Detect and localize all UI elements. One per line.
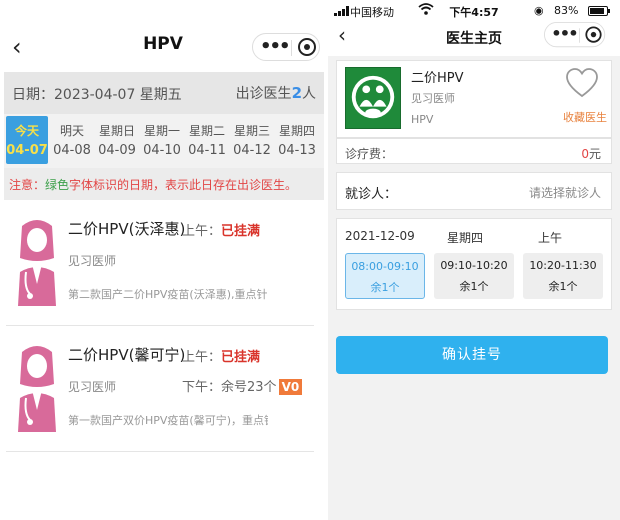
morning-slot[interactable]: 上午：已挂满	[182, 346, 260, 365]
day-date: 04-13	[278, 143, 316, 158]
day-date: 04-12	[233, 143, 271, 158]
target-icon[interactable]	[298, 38, 316, 56]
slot-time: 10:20-11:30	[529, 259, 597, 272]
slot-time: 09:10-10:20	[440, 259, 508, 272]
day-weekday: 今天	[14, 124, 39, 138]
day-tab[interactable]: 星期一 04-10	[141, 116, 183, 164]
day-tab[interactable]: 星期三 04-12	[231, 116, 273, 164]
notice-green-word: 绿色	[45, 178, 70, 192]
day-tab[interactable]: 星期四 04-13	[276, 116, 318, 164]
doctor-category: HPV	[411, 113, 434, 126]
confirm-register-button[interactable]: 确认挂号	[336, 336, 608, 374]
doctor-count-suffix: 人	[302, 86, 316, 102]
more-dots-icon[interactable]: •••	[551, 25, 578, 45]
fee-label: 诊疗费：	[345, 147, 394, 161]
right-nav-bar: ‹ 医生主页 •••	[328, 22, 620, 56]
slot-remaining: 余1个	[459, 280, 489, 293]
day-selector: 今天 04-07 明天 04-08 星期日 04-09 星期一 04-10 星期二 04-…	[4, 114, 324, 168]
notice-text: 字体标识的日期，表示此日存在出诊医生。	[69, 178, 298, 192]
legend-notice: 注意：绿色字体标识的日期，表示此日存在出诊医生。	[4, 168, 324, 200]
vip-badge: V0	[278, 379, 303, 395]
more-dots-icon[interactable]: •••	[260, 36, 291, 58]
doctor-description: 第二款国产二价HPV疫苗(沃泽惠),重点针对...	[68, 288, 268, 301]
day-tab[interactable]: 明天 04-08	[51, 116, 93, 164]
day-weekday: 星期三	[233, 124, 270, 138]
slot-label: 下午：	[182, 380, 222, 395]
day-tab[interactable]: 星期日 04-09	[96, 116, 138, 164]
time-slot-selected[interactable]: 08:00-09:10 余1个	[345, 253, 425, 299]
doctor-title: 见习医师	[411, 92, 455, 105]
date-bar: 日期：2023-04-07 星期五 出诊医生2人	[4, 72, 324, 114]
mini-program-capsule: •••	[544, 22, 606, 48]
left-nav-bar: ‹ HPV •••	[0, 26, 326, 70]
afternoon-slot[interactable]: 下午：余号23个 V0	[182, 376, 303, 395]
slot-remaining: 余1个	[548, 280, 578, 293]
selected-date: 日期：2023-04-07 星期五	[12, 87, 182, 103]
doctor-avatar-icon	[18, 346, 56, 432]
schedule-date: 2021-12-09	[345, 229, 415, 243]
status-bar: 中国移动 下午4:57 ◉ 83%	[328, 0, 620, 22]
day-date: 04-08	[53, 143, 91, 158]
doctor-home-screen: 中国移动 下午4:57 ◉ 83% ‹ 医生主页 ••• 二价HPV 见习医师 …	[328, 0, 620, 520]
time-slot[interactable]: 09:10-10:20 余1个	[434, 253, 514, 299]
day-weekday: 星期二	[188, 124, 225, 138]
capsule-divider	[579, 28, 580, 43]
notice-prefix: 注意：	[9, 178, 46, 192]
heart-icon[interactable]	[565, 67, 599, 99]
doctor-name: 二价HPV	[411, 71, 464, 86]
day-date: 04-07	[6, 143, 48, 158]
full-status: 已挂满	[221, 350, 261, 365]
day-weekday: 星期日	[98, 124, 135, 138]
day-weekday: 明天	[59, 124, 84, 138]
morning-slot[interactable]: 上午：已挂满	[182, 220, 260, 239]
doctor-card[interactable]: 二价HPV(沃泽惠) 上午：已挂满 见习医师 第二款国产二价HPV疫苗(沃泽惠)…	[6, 208, 320, 326]
schedule-period: 上午	[538, 231, 563, 245]
target-icon[interactable]	[585, 26, 602, 43]
card-divider	[6, 451, 314, 452]
favorite-doctor-button[interactable]: 收藏医生	[563, 109, 607, 125]
rotation-lock-icon: ◉	[534, 4, 544, 17]
slot-remaining: 余1个	[370, 281, 400, 294]
fee-row: 诊疗费： 0元	[336, 138, 612, 164]
time-slot[interactable]: 10:20-11:30 余1个	[523, 253, 603, 299]
doctor-count-number: 2	[291, 84, 302, 102]
doctor-description: 第一款国产双价HPV疫苗(馨可宁)，重点针对...	[68, 414, 268, 427]
doctor-title: 见习医师	[68, 254, 117, 268]
slot-label: 上午：	[182, 224, 222, 239]
battery-icon	[588, 6, 610, 16]
card-divider	[6, 325, 314, 326]
day-date: 04-10	[143, 143, 181, 158]
hpv-list-screen: ‹ HPV ••• 日期：2023-04-07 星期五 出诊医生2人 今天 04-…	[0, 0, 326, 520]
fee-amount: 0	[581, 147, 589, 161]
doctor-title: 见习医师	[68, 380, 117, 394]
fee-unit: 元	[588, 147, 601, 161]
patient-selector[interactable]: 就诊人： 请选择就诊人	[336, 172, 612, 210]
slot-time: 08:00-09:10	[351, 260, 419, 273]
doctor-count: 出诊医生2人	[236, 83, 316, 103]
schedule-card: 2021-12-09 星期四 上午 08:00-09:10 余1个 09:10-1…	[336, 218, 612, 310]
day-weekday: 星期四	[278, 124, 315, 138]
doctor-profile-card: 二价HPV 见习医师 HPV 收藏医生	[336, 60, 612, 138]
day-weekday: 星期一	[143, 124, 180, 138]
schedule-weekday: 星期四	[447, 231, 484, 245]
day-tab-today[interactable]: 今天 04-07	[6, 116, 48, 164]
day-tab[interactable]: 星期二 04-11	[186, 116, 228, 164]
hospital-logo	[345, 67, 401, 129]
remaining-count: 余号23个	[221, 380, 277, 395]
doctor-name: 二价HPV(沃泽惠)	[68, 220, 186, 238]
day-date: 04-09	[98, 143, 136, 158]
patient-picker[interactable]: 请选择就诊人	[529, 184, 601, 201]
battery-percent: 83%	[554, 4, 579, 17]
capsule-divider	[291, 40, 292, 56]
doctor-name: 二价HPV(馨可宁)	[68, 346, 186, 364]
doctor-count-prefix: 出诊医生	[235, 86, 292, 102]
slot-label: 上午：	[182, 350, 222, 365]
fee-value: 0元	[581, 145, 601, 162]
mini-program-capsule: •••	[252, 33, 320, 61]
doctor-card[interactable]: 二价HPV(馨可宁) 上午：已挂满 见习医师 下午：余号23个 V0 第一款国产双…	[6, 334, 320, 452]
patient-label: 就诊人：	[345, 187, 398, 202]
full-status: 已挂满	[221, 224, 261, 239]
doctor-avatar-icon	[18, 220, 56, 306]
day-date: 04-11	[188, 143, 226, 158]
